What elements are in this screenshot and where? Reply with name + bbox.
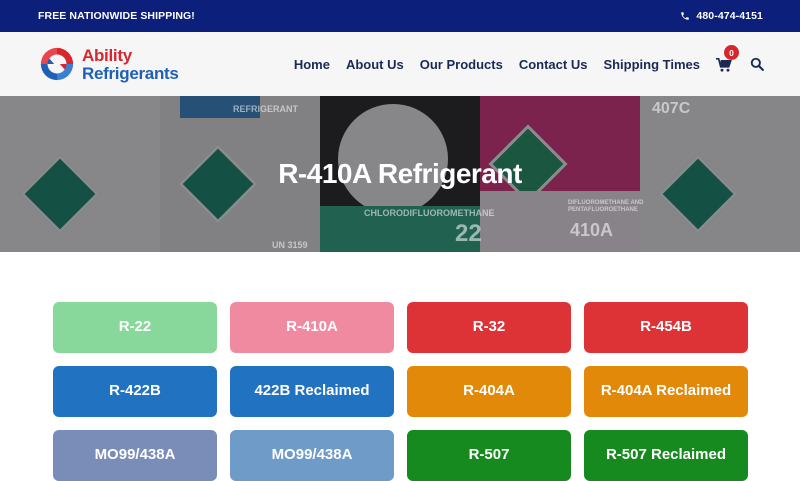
nav-about-us[interactable]: About Us [346, 57, 404, 72]
product-tile[interactable]: R-507 [407, 430, 571, 481]
search-icon [750, 57, 764, 71]
phone-icon [681, 12, 690, 20]
product-tile[interactable]: 422B Reclaimed [230, 366, 394, 417]
hero-label-un: UN 3159 [272, 240, 308, 250]
product-tile[interactable]: R-422B [53, 366, 217, 417]
page-title: R-410A Refrigerant [278, 158, 522, 189]
hero-label-blend: DIFLUOROMETHANE AND PENTAFLUOROETHANE [568, 200, 644, 214]
logo-line-1: Ability [82, 45, 132, 65]
hero-label-22: 22 [455, 220, 482, 247]
hero-label-410a: 410A [570, 220, 614, 240]
nav-shipping-times[interactable]: Shipping Times [603, 57, 700, 72]
product-tile[interactable]: R-404A [407, 366, 571, 417]
nav-our-products[interactable]: Our Products [420, 57, 503, 72]
hero-banner: REFRIGERANT UN 3159 CHLORODIFLUOROMETHAN… [0, 96, 800, 252]
hero-label-chlorodifluoromethane: CHLORODIFLUOROMETHANE [364, 208, 495, 218]
product-tile[interactable]: MO99/438A [230, 430, 394, 481]
main-nav: Home About Us Our Products Contact Us Sh… [294, 45, 764, 73]
cart-button[interactable]: 0 [716, 45, 739, 73]
product-tile[interactable]: R-32 [407, 302, 571, 353]
nav-contact-us[interactable]: Contact Us [519, 57, 588, 72]
cart-count-badge: 0 [724, 45, 739, 60]
top-bar: FREE NATIONWIDE SHIPPING! 480-474-4151 [0, 0, 800, 32]
phone-number: 480-474-4151 [696, 10, 763, 22]
search-button[interactable] [750, 57, 764, 71]
hero-label-refrigerant: REFRIGERANT [233, 104, 298, 114]
product-tile[interactable]: R-404A Reclaimed [584, 366, 748, 417]
logo-line-2: Refrigerants [82, 63, 179, 83]
product-tile[interactable]: R-22 [53, 302, 217, 353]
cart-icon [716, 58, 732, 72]
phone-link[interactable]: 480-474-4151 [680, 10, 763, 22]
nav-home[interactable]: Home [294, 57, 330, 72]
site-header: Ability Refrigerants Home About Us Our P… [0, 32, 800, 96]
product-tile[interactable]: R-410A [230, 302, 394, 353]
site-logo[interactable]: Ability Refrigerants [38, 45, 179, 83]
logo-arrows-icon [38, 45, 76, 83]
shipping-banner: FREE NATIONWIDE SHIPPING! [38, 10, 195, 22]
product-grid: R-22 R-410A R-32 R-454B R-422B 422B Recl… [53, 302, 748, 481]
product-tile[interactable]: R-507 Reclaimed [584, 430, 748, 481]
product-tile[interactable]: MO99/438A [53, 430, 217, 481]
hero-label-407c: 407C [652, 100, 691, 117]
product-tile[interactable]: R-454B [584, 302, 748, 353]
